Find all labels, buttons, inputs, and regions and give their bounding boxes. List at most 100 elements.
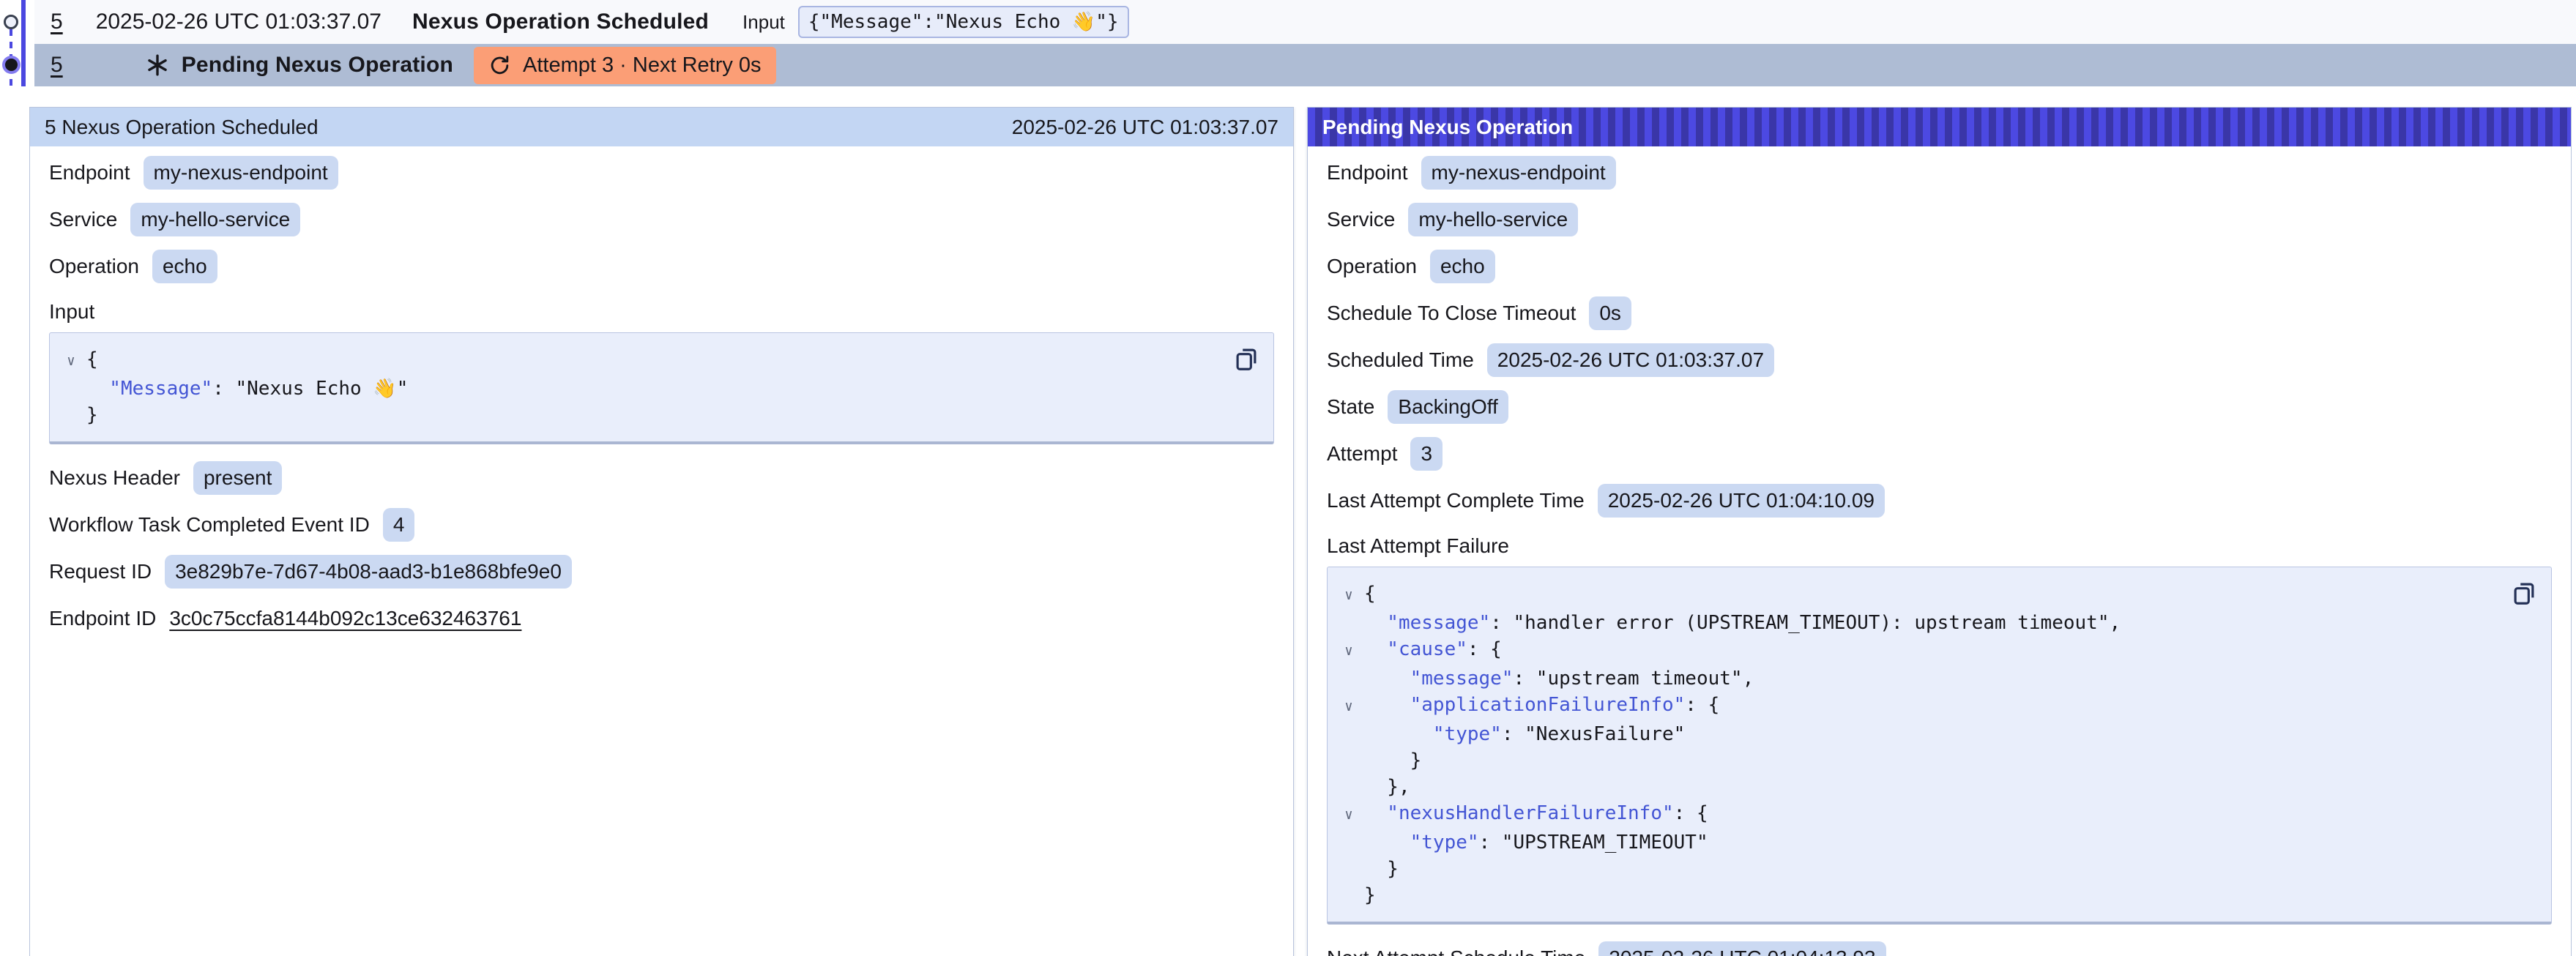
field-label: Scheduled Time xyxy=(1327,348,1474,372)
input-json-block: ∨{"Message": "Nexus Echo 👋"} xyxy=(49,332,1274,444)
field-value-badge: 3e829b7e-7d67-4b08-aad3-b1e868bfe9e0 xyxy=(165,555,572,589)
detail-row-next-attempt-schedule-time: Next Attempt Schedule Time 2025-02-26 UT… xyxy=(1327,942,2552,956)
field-value-badge: 3 xyxy=(1410,437,1443,471)
collapse-chevron-icon[interactable]: ∨ xyxy=(56,346,86,376)
field-label: Endpoint xyxy=(1327,161,1408,184)
collapse-chevron-icon[interactable]: ∨ xyxy=(1333,692,1364,721)
detail-row-operation: Operation echo xyxy=(49,250,1274,283)
code-text: } xyxy=(1364,856,1399,882)
code-text: "type": "NexusFailure" xyxy=(1364,721,1685,747)
code-text: "nexusHandlerFailureInfo": { xyxy=(1364,800,1708,829)
code-text: "applicationFailureInfo": { xyxy=(1364,692,1719,721)
field-label: Request ID xyxy=(49,560,152,583)
chevron-spacer xyxy=(1333,882,1364,908)
copy-icon[interactable] xyxy=(1232,345,1260,373)
code-text: "cause": { xyxy=(1364,636,1502,665)
collapse-chevron-icon[interactable]: ∨ xyxy=(1333,580,1364,610)
panel-body: Endpoint my-nexus-endpoint Service my-he… xyxy=(1308,146,2571,956)
detail-row-endpoint: Endpoint my-nexus-endpoint xyxy=(1327,157,2552,189)
code-line: "type": "NexusFailure" xyxy=(1333,721,2500,747)
pending-asterisk-icon xyxy=(145,53,170,78)
field-value-badge: echo xyxy=(152,250,217,283)
detail-row-workflow-task-completed-event-id: Workflow Task Completed Event ID 4 xyxy=(49,509,1274,541)
code-text: "message": "upstream timeout", xyxy=(1364,665,1754,692)
chevron-spacer xyxy=(1333,856,1364,882)
panel-timestamp: 2025-02-26 UTC 01:03:37.07 xyxy=(1012,116,1278,139)
detail-row-attempt: Attempt 3 xyxy=(1327,438,2552,470)
field-label: Nexus Header xyxy=(49,466,180,490)
panel-header: Pending Nexus Operation xyxy=(1308,108,2571,146)
chevron-spacer xyxy=(1333,774,1364,800)
detail-row-nexus-header: Nexus Header present xyxy=(49,462,1274,494)
chevron-spacer xyxy=(1333,665,1364,692)
detail-row-service: Service my-hello-service xyxy=(49,203,1274,236)
detail-row-last-attempt-complete-time: Last Attempt Complete Time 2025-02-26 UT… xyxy=(1327,485,2552,517)
field-label: Service xyxy=(1327,208,1395,231)
input-section-label: Input xyxy=(49,297,1274,326)
code-line: ∨"nexusHandlerFailureInfo": { xyxy=(1333,800,2500,829)
field-label: Schedule To Close Timeout xyxy=(1327,302,1576,325)
panel-title: 5 Nexus Operation Scheduled xyxy=(45,116,319,139)
field-value-badge: echo xyxy=(1430,250,1495,283)
code-text: }, xyxy=(1364,774,1410,800)
code-line: "type": "UPSTREAM_TIMEOUT" xyxy=(1333,829,2500,856)
event-id-link[interactable]: 5 xyxy=(51,10,63,34)
chevron-spacer xyxy=(1333,747,1364,774)
panel-title: Pending Nexus Operation xyxy=(1322,116,1573,139)
code-text: { xyxy=(86,346,98,376)
code-text: { xyxy=(1364,580,1376,610)
last-attempt-failure-json-block: ∨{"message": "handler error (UPSTREAM_TI… xyxy=(1327,567,2552,925)
timeline-open-circle-icon xyxy=(4,15,18,29)
field-label: Last Attempt Complete Time xyxy=(1327,489,1585,512)
event-title: Nexus Operation Scheduled xyxy=(412,10,709,34)
detail-row-operation: Operation echo xyxy=(1327,250,2552,283)
chevron-spacer xyxy=(56,376,86,402)
retry-badge-text: Attempt 3 · Next Retry 0s xyxy=(523,53,762,78)
detail-row-endpoint: Endpoint my-nexus-endpoint xyxy=(49,157,1274,189)
field-label: Attempt xyxy=(1327,442,1397,466)
code-line: } xyxy=(1333,747,2500,774)
panel-header: 5 Nexus Operation Scheduled 2025-02-26 U… xyxy=(30,108,1293,146)
state-badge: BackingOff xyxy=(1388,390,1508,424)
field-label: Operation xyxy=(49,255,139,278)
code-text: } xyxy=(86,402,98,428)
timeline-filled-circle-icon xyxy=(5,59,18,71)
pending-title: Pending Nexus Operation xyxy=(182,53,453,78)
chevron-spacer xyxy=(56,402,86,428)
endpoint-id-link[interactable]: 3c0c75ccfa8144b092c13ce632463761 xyxy=(169,607,521,630)
detail-row-service: Service my-hello-service xyxy=(1327,203,2552,236)
event-timestamp: 2025-02-26 UTC 01:03:37.07 xyxy=(96,10,381,34)
event-id-link[interactable]: 5 xyxy=(51,53,63,78)
field-value-badge: 2025-02-26 UTC 01:03:37.07 xyxy=(1487,343,1774,377)
field-value-badge: 2025-02-26 UTC 01:04:13.93 xyxy=(1598,941,1886,956)
field-value-badge: 0s xyxy=(1589,296,1631,330)
event-row-pending[interactable]: 5 Pending Nexus Operation Attempt 3 · Ne… xyxy=(34,44,2576,86)
field-label: Workflow Task Completed Event ID xyxy=(49,513,370,537)
code-line: "Message": "Nexus Echo 👋" xyxy=(56,376,1222,402)
code-line: "message": "upstream timeout", xyxy=(1333,665,2500,692)
panel-nexus-operation-scheduled: 5 Nexus Operation Scheduled 2025-02-26 U… xyxy=(29,107,1294,956)
last-attempt-failure-label: Last Attempt Failure xyxy=(1327,531,2552,561)
retry-icon xyxy=(488,54,511,77)
field-label: Next Attempt Schedule Time xyxy=(1327,946,1585,956)
field-value-badge: 2025-02-26 UTC 01:04:10.09 xyxy=(1598,484,1885,518)
event-row-scheduled[interactable]: 5 2025-02-26 UTC 01:03:37.07 Nexus Opera… xyxy=(34,0,2576,44)
copy-icon[interactable] xyxy=(2510,579,2538,607)
retry-status-badge: Attempt 3 · Next Retry 0s xyxy=(474,47,776,84)
code-line: ∨"applicationFailureInfo": { xyxy=(1333,692,2500,721)
field-label: Endpoint xyxy=(49,161,130,184)
code-line: ∨{ xyxy=(56,346,1222,376)
detail-row-endpoint-id: Endpoint ID 3c0c75ccfa8144b092c13ce63246… xyxy=(49,602,1274,635)
chevron-spacer xyxy=(1333,829,1364,856)
field-value-badge: my-nexus-endpoint xyxy=(1421,156,1616,190)
detail-row-request-id: Request ID 3e829b7e-7d67-4b08-aad3-b1e86… xyxy=(49,556,1274,588)
panel-pending-nexus-operation: Pending Nexus Operation Endpoint my-nexu… xyxy=(1307,107,2572,956)
timeline-accent-bar xyxy=(21,0,26,86)
code-line: } xyxy=(56,402,1222,428)
code-line: "message": "handler error (UPSTREAM_TIME… xyxy=(1333,610,2500,636)
code-text: } xyxy=(1364,747,1421,774)
collapse-chevron-icon[interactable]: ∨ xyxy=(1333,800,1364,829)
panel-body: Endpoint my-nexus-endpoint Service my-he… xyxy=(30,146,1293,635)
collapse-chevron-icon[interactable]: ∨ xyxy=(1333,636,1364,665)
code-text: "type": "UPSTREAM_TIMEOUT" xyxy=(1364,829,1708,856)
